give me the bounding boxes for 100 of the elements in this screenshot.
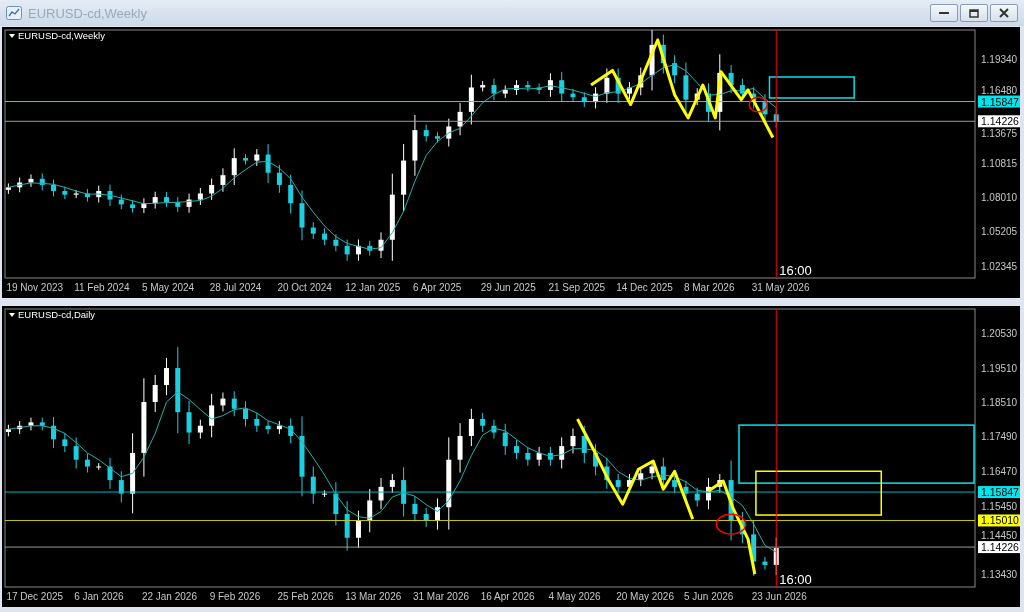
candlestick (265, 143, 271, 184)
candlestick (276, 164, 282, 194)
candlestick (378, 231, 384, 259)
candlestick (638, 66, 644, 96)
candlestick (694, 87, 700, 106)
price-label: 1.19510 (981, 362, 1018, 374)
candlestick (288, 417, 294, 444)
candlestick (491, 78, 497, 101)
price-label: 1.15450 (981, 500, 1018, 512)
candlestick (254, 412, 260, 433)
candlestick (197, 419, 203, 440)
candlestick (615, 67, 621, 104)
candlestick (378, 477, 384, 510)
price-tag: 1.14226 (978, 541, 1020, 554)
candlestick (649, 30, 655, 91)
date-label: 20 Oct 2024 (277, 282, 332, 293)
minimize-button[interactable] (930, 4, 958, 22)
date-label: 6 Jan 2026 (74, 591, 124, 602)
window-title: EURUSD-cd,Weekly (28, 5, 148, 21)
candlestick (615, 473, 621, 494)
candlestick (243, 400, 248, 427)
candlestick (694, 487, 700, 507)
candlestick (401, 143, 407, 212)
price-label: 1.20530 (981, 328, 1018, 340)
candlestick (231, 390, 237, 417)
candlestick (525, 80, 531, 92)
candlestick (310, 466, 316, 505)
price-label: 1.13675 (981, 128, 1018, 140)
price-tag: 1.14226 (978, 115, 1020, 128)
dropdown-icon (9, 313, 15, 317)
candlestick (164, 357, 169, 396)
candlestick (570, 428, 576, 455)
candlestick (73, 189, 79, 199)
candlestick (209, 393, 215, 438)
candlestick (322, 227, 328, 246)
candlestick (435, 131, 440, 144)
date-label: 25 Feb 2026 (277, 591, 334, 602)
price-label: 1.13430 (981, 569, 1018, 581)
candlestick (423, 507, 429, 528)
date-label: 29 Jun 2025 (480, 282, 536, 293)
date-label: 19 Nov 2023 (6, 282, 64, 293)
candlestick (435, 497, 440, 531)
candlestick (559, 436, 565, 469)
candlestick (220, 392, 226, 412)
candlestick (333, 481, 339, 526)
candlestick (672, 54, 678, 84)
maximize-icon (969, 8, 979, 18)
candlestick (164, 191, 169, 208)
price-label: 1.14450 (981, 530, 1018, 542)
candlestick (276, 420, 282, 435)
candlestick (175, 196, 181, 213)
candlestick (333, 233, 339, 252)
candlestick (581, 425, 587, 464)
candlestick (660, 34, 666, 74)
candlestick (514, 439, 520, 460)
candlestick (751, 86, 757, 109)
candlestick (322, 489, 328, 498)
candlestick (581, 91, 587, 108)
candlestick (412, 114, 418, 177)
maximize-button[interactable] (960, 4, 988, 22)
price-label: 1.18510 (981, 396, 1018, 408)
candlestick (762, 93, 768, 123)
candlestick (491, 419, 497, 440)
candlestick (118, 470, 124, 503)
candlestick (457, 102, 463, 136)
date-label: 8 Mar 2026 (683, 282, 735, 293)
candlestick (367, 240, 373, 257)
candlestick (243, 153, 248, 166)
candlestick (468, 74, 474, 126)
candlestick (118, 194, 124, 210)
price-label: 1.16480 (981, 84, 1018, 96)
price-label: 1.16470 (981, 465, 1018, 477)
time-label: 16:00 (779, 263, 812, 278)
date-label: 13 Mar 2026 (345, 591, 402, 602)
date-label: 11 Feb 2024 (74, 282, 130, 293)
candlestick (254, 148, 260, 167)
price-label: 1.10815 (981, 157, 1018, 169)
date-label: 22 Jan 2026 (141, 591, 197, 602)
date-label: 5 May 2024 (141, 282, 195, 293)
candlestick (39, 172, 45, 191)
candlestick (502, 85, 508, 99)
candlestick (593, 443, 599, 476)
candlestick (457, 422, 463, 474)
price-label: 1.05205 (981, 226, 1018, 238)
candlestick (310, 221, 316, 240)
candlestick (536, 446, 542, 467)
candlestick (502, 423, 508, 456)
candlestick (344, 238, 350, 262)
candlestick (152, 191, 158, 210)
date-label: 16 Apr 2026 (480, 591, 535, 602)
candlestick (265, 420, 271, 435)
close-button[interactable] (990, 4, 1018, 22)
candlestick (559, 71, 565, 103)
candlestick (288, 174, 294, 214)
candlestick (231, 147, 237, 186)
candlestick (186, 193, 192, 214)
candlestick (570, 88, 576, 103)
candlestick (62, 432, 68, 453)
date-label: 5 Jun 2026 (683, 591, 734, 602)
candlestick (547, 72, 553, 98)
